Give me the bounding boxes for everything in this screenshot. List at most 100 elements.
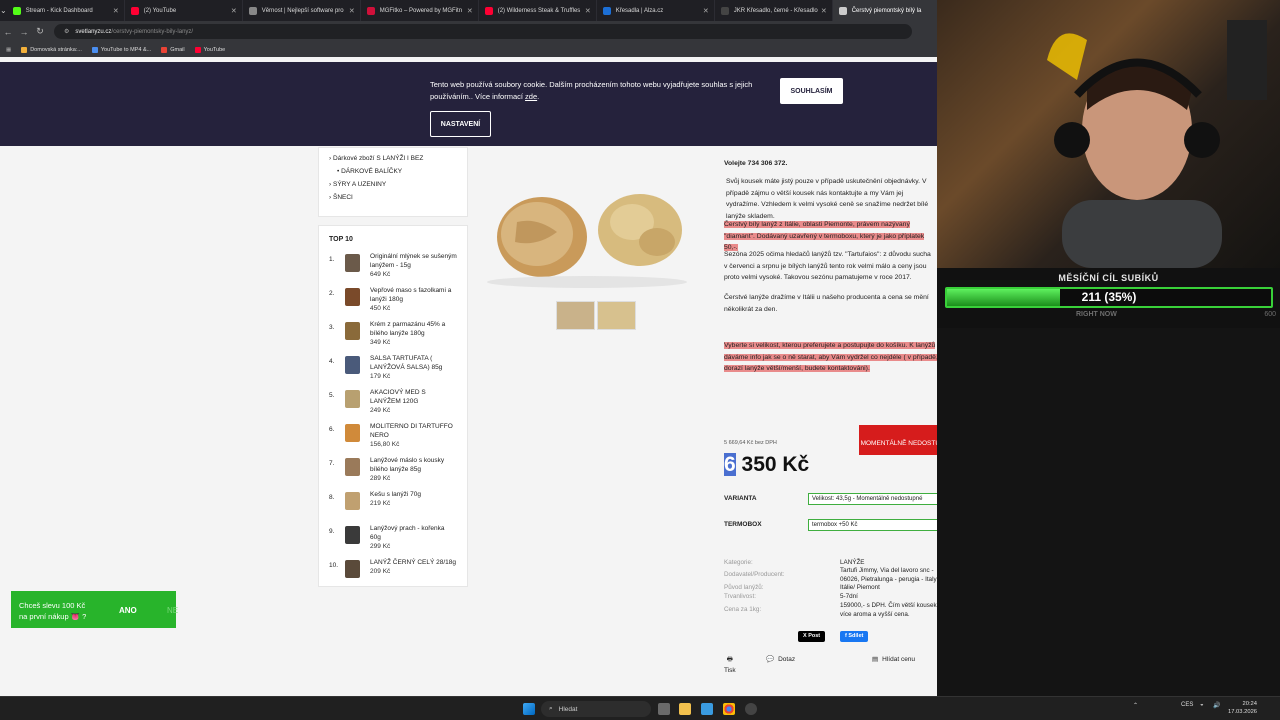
forward-icon[interactable]: → — [16, 27, 32, 37]
top10-text: Vepřové maso s fazolkami a lanýži 180g 45… — [370, 286, 457, 313]
top10-name[interactable]: SALSA TARTUFATA ( LANÝŽOVÁ SALSA) 85g — [370, 354, 457, 372]
close-tab-icon[interactable]: ✕ — [349, 7, 355, 15]
termobox-select[interactable]: termobox +50 Kč⌄ — [808, 519, 937, 531]
ask-button[interactable]: 💬 Dotaz — [766, 655, 795, 664]
task-view-icon[interactable] — [658, 703, 670, 715]
top10-name[interactable]: Originální mlýnek se sušeným lanýžem - 1… — [370, 252, 457, 270]
top10-item[interactable]: 10. LANÝŽ ČERNÝ CELÝ 28/18g 209 Kč — [329, 555, 457, 589]
top10-name[interactable]: Krém z parmazánu 45% a bílého lanýže 180… — [370, 320, 457, 338]
tab-favicon — [366, 6, 375, 15]
back-icon[interactable]: ← — [0, 27, 16, 37]
top10-name[interactable]: AKACIOVÝ MED S LANÝŽEM 120G — [370, 388, 457, 406]
top10-rank: 10. — [329, 562, 339, 569]
browser-tab[interactable]: Čerstvý piemontský bílý la✕ — [832, 0, 951, 21]
clock[interactable]: 20:24 17.03.2026 — [1228, 700, 1257, 716]
browser-tab[interactable]: JKR Křesadlo, černé - Křesadlo ✕ — [715, 0, 833, 21]
file-explorer-icon[interactable] — [679, 703, 691, 715]
top10-item[interactable]: 9. Lanýžový prach - kořenka 60g 299 Kč — [329, 521, 457, 555]
category-gift-boxes[interactable]: • DÁRKOVÉ BALÍČKY — [329, 165, 457, 178]
category-snails[interactable]: › ŠNECI — [329, 191, 457, 204]
top10-name[interactable]: Vepřové maso s fazolkami a lanýži 180g — [370, 286, 457, 304]
apps-grid-icon[interactable]: ▦ — [6, 47, 11, 53]
language-indicator[interactable]: CES — [1181, 702, 1193, 708]
x-post-button[interactable]: X Post — [798, 631, 826, 642]
bookmark-youtube[interactable]: YouTube — [194, 46, 225, 53]
browser-tab[interactable]: Věrnost | Nejlepší software pro ✕ — [243, 0, 361, 21]
top10-thumbnail[interactable] — [344, 356, 361, 374]
top10-name[interactable]: Lanýžové máslo s kousky bílého lanýže 85… — [370, 456, 457, 474]
top10-name[interactable]: Lanýžový prach - kořenka 60g — [370, 524, 457, 542]
goal-progress-bar: 211 (35%) — [945, 287, 1273, 308]
top10-thumbnail[interactable] — [344, 254, 361, 272]
product-thumb-2[interactable] — [597, 301, 636, 330]
top10-thumbnail[interactable] — [344, 458, 361, 476]
top10-item[interactable]: 8. Kešu s lanýži 70g 219 Kč — [329, 487, 457, 521]
top10-text: Lanýžové máslo s kousky bílého lanýže 85… — [370, 456, 457, 483]
browser-tab[interactable]: Stream - Kick Dashboard ✕ — [7, 0, 125, 21]
print-button[interactable]: 🖶 Tisk — [724, 655, 736, 674]
top10-item[interactable]: 1. Originální mlýnek se sušeným lanýžem -… — [329, 249, 457, 283]
top10-item[interactable]: 7. Lanýžové máslo s kousky bílého lanýže … — [329, 453, 457, 487]
top10-item[interactable]: 5. AKACIOVÝ MED S LANÝŽEM 120G 249 Kč — [329, 385, 457, 419]
obs-icon[interactable] — [745, 703, 757, 715]
browser-tab[interactable]: (2) Wilderness Steak & Truffles ✕ — [479, 0, 597, 21]
top10-item[interactable]: 3. Krém z parmazánu 45% a bílého lanýže 1… — [329, 317, 457, 351]
bookmark-home[interactable]: Domovská stránka:... — [21, 46, 82, 53]
top10-thumbnail[interactable] — [344, 288, 361, 306]
cookie-more-link[interactable]: zde — [525, 92, 537, 101]
store-icon[interactable] — [701, 703, 713, 715]
close-tab-icon[interactable]: ✕ — [703, 7, 709, 15]
top10-thumbnail[interactable] — [344, 390, 361, 408]
meta-key: Původ lanýžů: — [724, 584, 764, 591]
top10-thumbnail[interactable] — [344, 492, 361, 510]
close-tab-icon[interactable]: ✕ — [467, 7, 473, 15]
chrome-icon[interactable] — [723, 703, 735, 715]
browser-tab[interactable]: MGFitko – Powered by MGFitn ✕ — [361, 0, 479, 21]
tab-search-icon[interactable]: ⌄ — [0, 0, 7, 21]
close-tab-icon[interactable]: ✕ — [821, 7, 827, 15]
close-tab-icon[interactable]: ✕ — [113, 7, 119, 15]
tab-favicon — [838, 6, 847, 15]
product-main-image[interactable] — [476, 147, 698, 317]
category-gifts[interactable]: › Dárkové zboží S LANÝŽI I BEZ — [329, 152, 457, 165]
taskbar-search[interactable]: ⌕ Hledat — [541, 701, 651, 717]
bookmark-gmail[interactable]: Gmail — [161, 46, 185, 53]
variant-select[interactable]: Velikost: 43,5g - Momentálně nedostupné⌄ — [808, 493, 937, 505]
address-bar-row: ← → ↻ ⚙ svetlanyzu.cz/cerstvy-piemontsky… — [0, 21, 937, 42]
volume-icon[interactable]: 🔊 — [1213, 702, 1220, 709]
top10-card: TOP 10 1. Originální mlýnek se sušeným la… — [318, 225, 468, 587]
wifi-icon[interactable]: ◒ — [1200, 702, 1204, 708]
start-icon[interactable] — [523, 703, 535, 715]
search-icon: ⌕ — [549, 705, 553, 712]
reload-icon[interactable]: ↻ — [32, 26, 48, 37]
top10-name[interactable]: Kešu s lanýži 70g — [370, 490, 457, 499]
bookmark-youtube-mp4[interactable]: YouTube to MP4 &... — [91, 46, 151, 53]
top10-item[interactable]: 6. MOLITERNO DI TARTUFFO NERO 156,80 Kč — [329, 419, 457, 453]
url-field[interactable]: ⚙ svetlanyzu.cz/cerstvy-piemontsky-bily-… — [54, 24, 912, 39]
top10-name[interactable]: LANÝŽ ČERNÝ CELÝ 28/18g — [370, 558, 457, 567]
top10-thumbnail[interactable] — [344, 526, 361, 544]
watch-price-button[interactable]: ▤ Hlídat cenu — [872, 655, 915, 664]
top10-price: 349 Kč — [370, 339, 391, 346]
close-tab-icon[interactable]: ✕ — [585, 7, 591, 15]
top10-thumbnail[interactable] — [344, 560, 361, 578]
category-cheese[interactable]: › SÝRY A UZENINY — [329, 178, 457, 191]
tray-chevron-icon[interactable]: ⌃ — [1133, 702, 1138, 709]
top10-name[interactable]: MOLITERNO DI TARTUFFO NERO — [370, 422, 457, 440]
cookie-accept-button[interactable]: SOUHLASÍM — [780, 78, 843, 104]
top10-item[interactable]: 4. SALSA TARTUFATA ( LANÝŽOVÁ SALSA) 85g 1… — [329, 351, 457, 385]
top10-thumbnail[interactable] — [344, 424, 361, 442]
close-tab-icon[interactable]: ✕ — [231, 7, 237, 15]
product-thumb-1[interactable] — [556, 301, 595, 330]
cookie-settings-button[interactable]: NASTAVENÍ — [430, 111, 491, 137]
site-info-icon[interactable]: ⚙ — [64, 28, 69, 35]
discount-popup: Chceš slevu 100 Kč na první nákup 👅 ? ANO… — [11, 591, 178, 628]
promo-no-button[interactable]: NE — [167, 606, 178, 615]
browser-tab[interactable]: (2) YouTube ✕ — [125, 0, 243, 21]
browser-tab[interactable]: Křesadla | Alza.cz ✕ — [597, 0, 715, 21]
unavailable-button[interactable]: MOMENTÁLNĚ NEDOSTUPNÉ — [859, 425, 937, 455]
top10-thumbnail[interactable] — [344, 322, 361, 340]
facebook-share-button[interactable]: f Sdílet — [840, 631, 869, 642]
promo-yes-button[interactable]: ANO — [119, 606, 137, 615]
top10-item[interactable]: 2. Vepřové maso s fazolkami a lanýži 180g… — [329, 283, 457, 317]
